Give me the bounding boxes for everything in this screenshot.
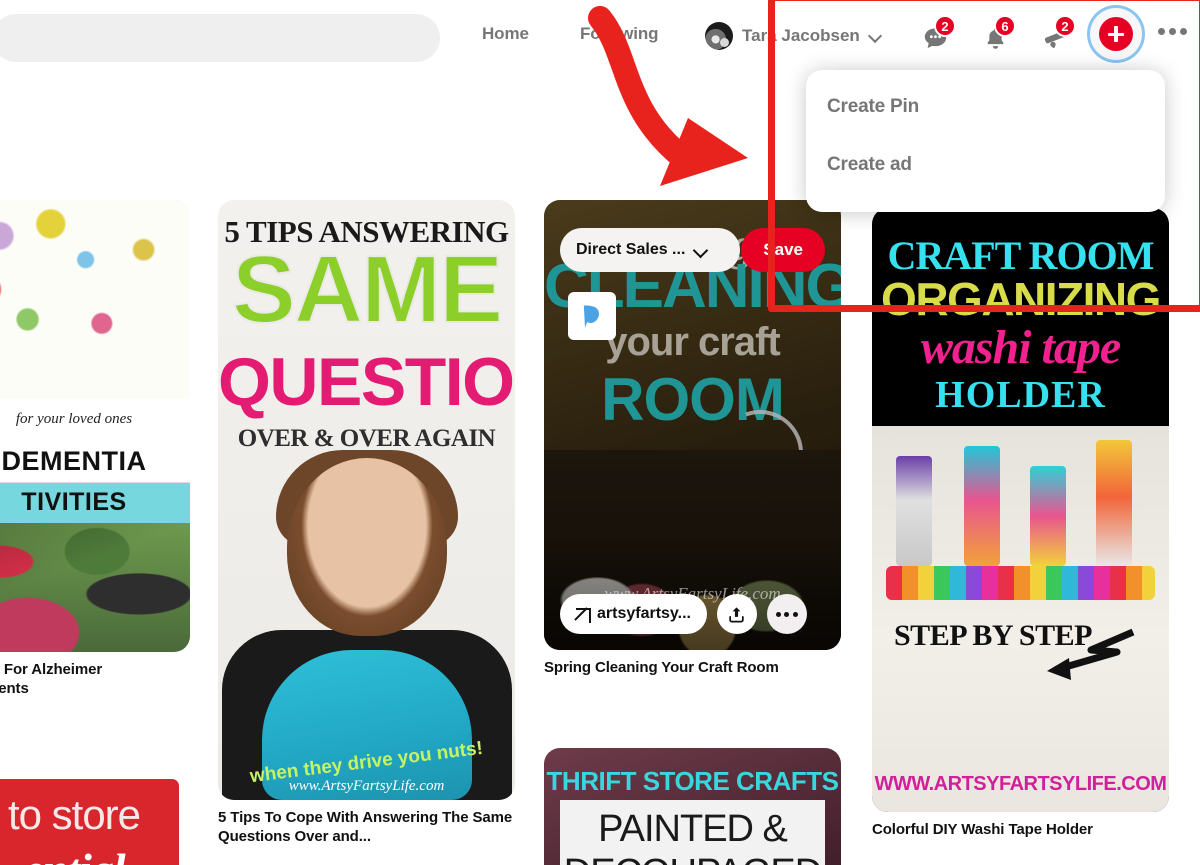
- menu-item-create-pin[interactable]: Create Pin: [806, 78, 1165, 136]
- pin-card-thrift-store[interactable]: THRIFT STORE CRAFTS PAINTED & DECOUPAGED: [544, 748, 841, 865]
- profile-menu-button[interactable]: Tara Jacobsen: [705, 22, 881, 50]
- pinterest-flag-icon: [568, 292, 616, 340]
- pin-hover-footer: artsyfartsy...: [560, 594, 825, 634]
- ellipsis-icon: [775, 611, 798, 617]
- coloring-page-art: [0, 200, 190, 399]
- pin-headline-3: DECOUPAGED: [560, 852, 825, 865]
- pin-photo-woman: when they drive you nuts! www.ArtsyFarts…: [218, 450, 515, 800]
- pin-image[interactable]: to store ential: [0, 768, 190, 865]
- top-navigation-bar: Home Following Tara Jacobsen 2 6 2: [0, 0, 1200, 72]
- pin-headline-2: PAINTED &: [598, 808, 788, 850]
- profile-name: Tara Jacobsen: [742, 26, 860, 45]
- pin-title: ivities For Alzheimer n Patients: [0, 661, 190, 699]
- share-button[interactable]: [716, 594, 757, 634]
- pin-source-link[interactable]: artsyfartsy...: [560, 594, 707, 634]
- board-selector-dropdown[interactable]: Direct Sales ...: [560, 228, 740, 272]
- pin-image[interactable]: for your loved ones DEMENTIA TIVITIES: [0, 200, 190, 652]
- notifications-badge: 6: [994, 15, 1016, 37]
- pin-watermark-url: WWW.ARTSYFARTSYLIFE.COM: [874, 773, 1167, 795]
- pin-headline-4: OVER & OVER AGAIN: [237, 425, 496, 452]
- header-more-options-button[interactable]: [1158, 28, 1187, 35]
- menu-item-create-ad[interactable]: Create ad: [806, 136, 1165, 194]
- notifications-button[interactable]: 6: [975, 15, 1016, 58]
- pin-title: Colorful DIY Washi Tape Holder: [872, 821, 1093, 838]
- pin-image[interactable]: Spring CLEANING your craft ROOM www.Arts…: [544, 200, 841, 650]
- app-root: for your loved ones DEMENTIA TIVITIES iv…: [0, 0, 1200, 865]
- pin-card-washi-tape[interactable]: CRAFT ROOM ORGANIZING washi tape HOLDER …: [872, 208, 1169, 840]
- pin-script-text: for your loved ones: [0, 398, 190, 440]
- pin-photo-washi: STEP BY STEP WWW.ARTSYFARTSYLIFE.COM: [872, 426, 1169, 812]
- pin-card-essential-oils[interactable]: to store ential: [0, 768, 190, 865]
- pin-card-dementia[interactable]: for your loved ones DEMENTIA TIVITIES iv…: [0, 200, 190, 699]
- external-link-icon: [576, 607, 591, 623]
- plus-icon: [1099, 17, 1133, 51]
- pin-image[interactable]: CRAFT ROOM ORGANIZING washi tape HOLDER …: [872, 208, 1169, 812]
- nav-item-following[interactable]: Following: [580, 24, 659, 44]
- save-button[interactable]: Save: [741, 228, 825, 272]
- pin-headline-dementia: DEMENTIA: [0, 439, 190, 483]
- pin-more-options-button[interactable]: [766, 594, 807, 634]
- white-text-panel: PAINTED & DECOUPAGED: [560, 800, 825, 865]
- announcements-button[interactable]: 2: [1035, 15, 1076, 58]
- pin-headline-4: HOLDER: [935, 374, 1106, 416]
- pin-headline-1: THRIFT STORE CRAFTS: [546, 766, 839, 796]
- pin-source-label: artsyfartsy...: [597, 605, 691, 622]
- red-card-graphic: to store ential: [0, 776, 182, 865]
- pin-headline-2: ential: [0, 843, 179, 865]
- chevron-down-icon: [695, 244, 707, 256]
- announcements-badge: 2: [1054, 15, 1076, 37]
- rainbow-holder-base: [886, 566, 1155, 600]
- ellipsis-icon: [1158, 28, 1165, 35]
- pin-title: Spring Cleaning Your Craft Room: [544, 659, 779, 676]
- create-menu-dropdown: Create Pin Create ad: [806, 70, 1165, 212]
- pin-title: 5 Tips To Cope With Answering The Same Q…: [218, 809, 513, 845]
- board-selector-label: Direct Sales ...: [576, 241, 686, 258]
- pin-headline-2: SAME: [231, 236, 504, 343]
- pin-title-line2: n Patients: [0, 679, 29, 697]
- pin-headline-activities: TIVITIES: [0, 482, 190, 524]
- pin-photo-region: [0, 523, 190, 652]
- pin-card-5tips[interactable]: 5 TIPS ANSWERING SAME QUESTIONS OVER & O…: [218, 200, 515, 847]
- pin-headline-1: to store: [7, 791, 141, 838]
- avatar: [705, 22, 733, 50]
- pin-title-line1: ivities For Alzheimer: [0, 661, 103, 678]
- pin-headline-3: QUESTIONS: [218, 344, 515, 420]
- share-upload-icon: [729, 606, 745, 622]
- pin-image[interactable]: 5 TIPS ANSWERING SAME QUESTIONS OVER & O…: [218, 200, 515, 800]
- pin-card-spring-cleaning[interactable]: Spring CLEANING your craft ROOM www.Arts…: [544, 200, 841, 678]
- messages-badge: 2: [934, 15, 956, 37]
- pin-watermark-url: www.ArtsyFartsyLife.com: [288, 778, 445, 794]
- pin-headline-3: washi tape: [920, 321, 1121, 374]
- messages-button[interactable]: 2: [915, 15, 956, 58]
- nav-item-home[interactable]: Home: [482, 24, 529, 44]
- chevron-down-icon: [869, 30, 881, 42]
- hand-drawn-arrow-icon: [1047, 628, 1135, 680]
- pin-headline-2: ORGANIZING: [881, 273, 1161, 325]
- pin-image[interactable]: THRIFT STORE CRAFTS PAINTED & DECOUPAGED: [544, 748, 841, 865]
- search-input[interactable]: [0, 14, 440, 62]
- create-button[interactable]: [1090, 8, 1142, 60]
